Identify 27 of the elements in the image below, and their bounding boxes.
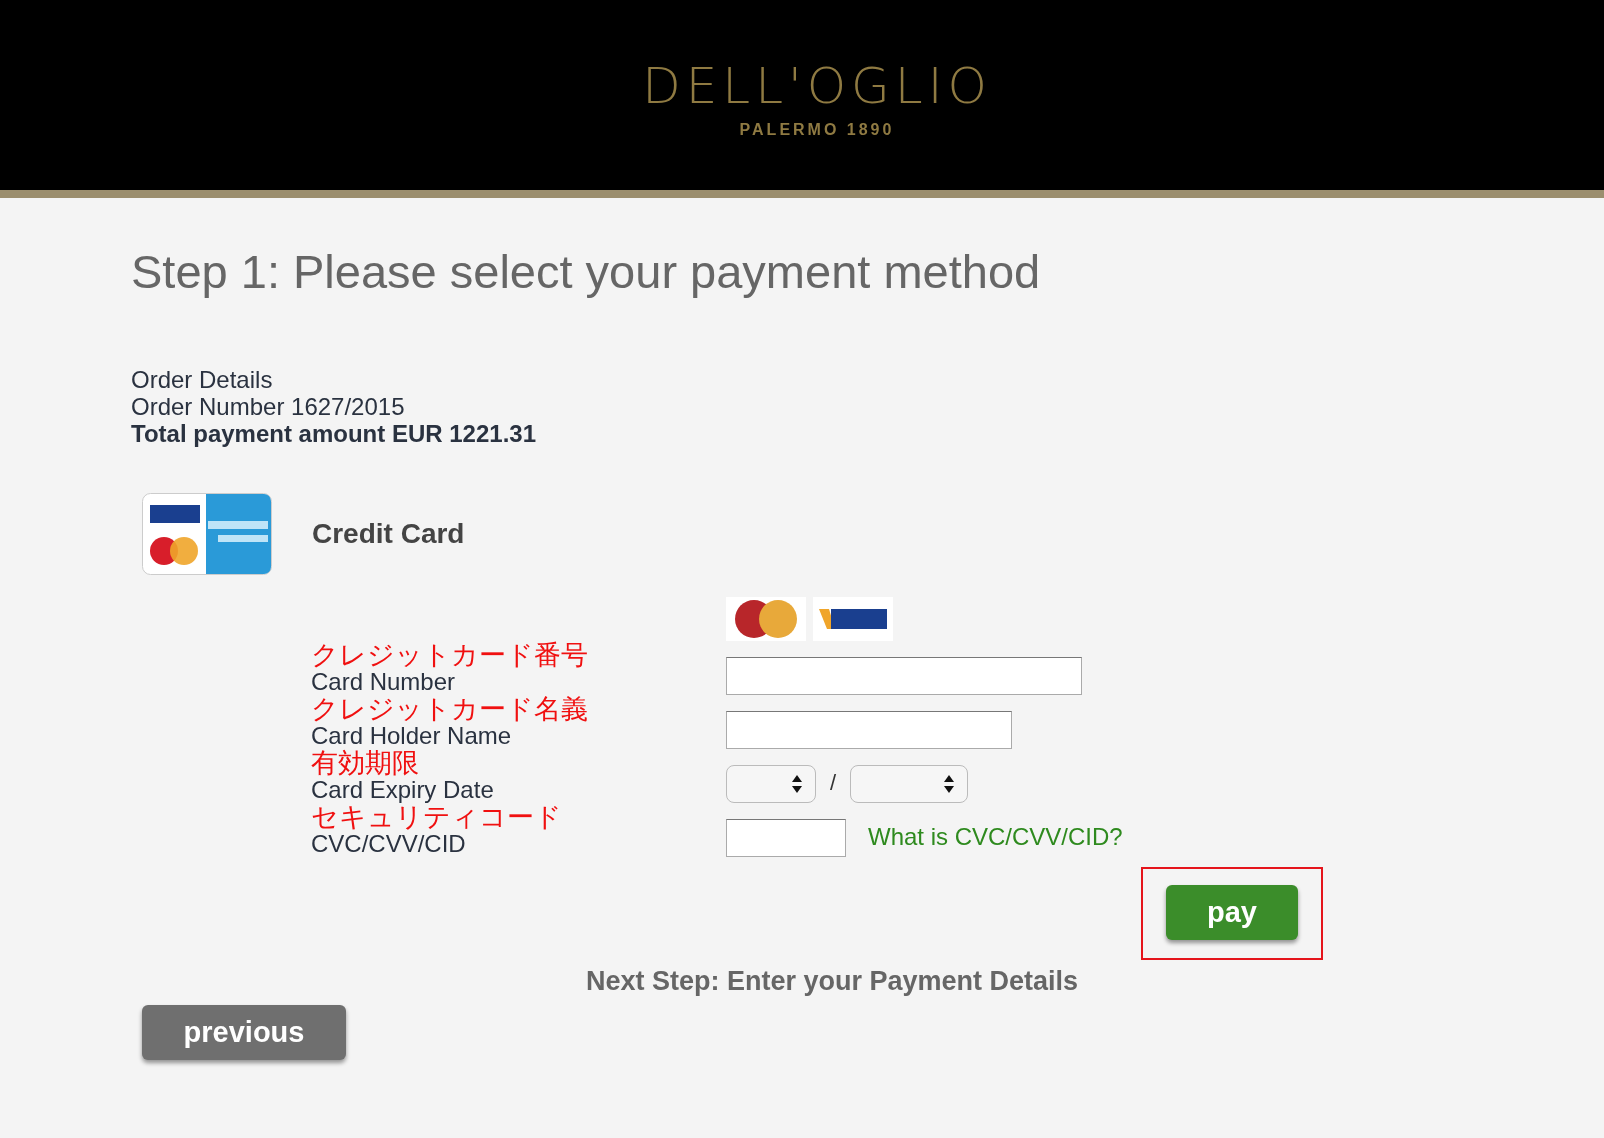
cvc-input[interactable] xyxy=(726,819,846,858)
date-separator: / xyxy=(830,770,837,797)
brand-tagline: PALERMO 1890 xyxy=(739,121,895,139)
month-select[interactable] xyxy=(726,765,816,804)
field-label-japanese: セキュリティコード xyxy=(311,803,563,832)
order-number: Order Number 1627/2015 xyxy=(131,393,406,421)
page-title: Step 1: Please select your payment method xyxy=(131,244,1042,300)
field-label: Card Number xyxy=(311,669,457,696)
field-label: CVC/CVV/CID xyxy=(311,831,467,858)
mastercard-icon xyxy=(726,597,806,642)
pay-button[interactable]: pay xyxy=(1166,885,1298,941)
next-step-text: Next Step: Enter your Payment Details xyxy=(584,966,1080,998)
payment-method-label: Credit Card xyxy=(312,518,465,551)
brand-logo-text: DELL'OGLIO xyxy=(642,61,992,111)
credit-cards-icon xyxy=(142,493,272,576)
field-label-japanese: クレジットカード番号 xyxy=(311,641,589,670)
previous-button[interactable]: previous xyxy=(142,1005,346,1061)
order-details-label: Order Details xyxy=(131,366,274,394)
visa-icon xyxy=(813,597,893,642)
holder-name-input[interactable] xyxy=(726,711,1012,750)
field-label: Card Expiry Date xyxy=(311,777,495,804)
total-amount: Total payment amount EUR 1221.31 xyxy=(131,420,537,448)
field-label: Card Holder Name xyxy=(311,723,513,750)
card-number-input[interactable] xyxy=(726,657,1082,696)
cvc-help-link[interactable]: What is CVC/CVV/CID? xyxy=(868,823,1123,852)
field-label-japanese: 有効期限 xyxy=(311,749,420,778)
field-label-japanese: クレジットカード名義 xyxy=(311,695,589,724)
